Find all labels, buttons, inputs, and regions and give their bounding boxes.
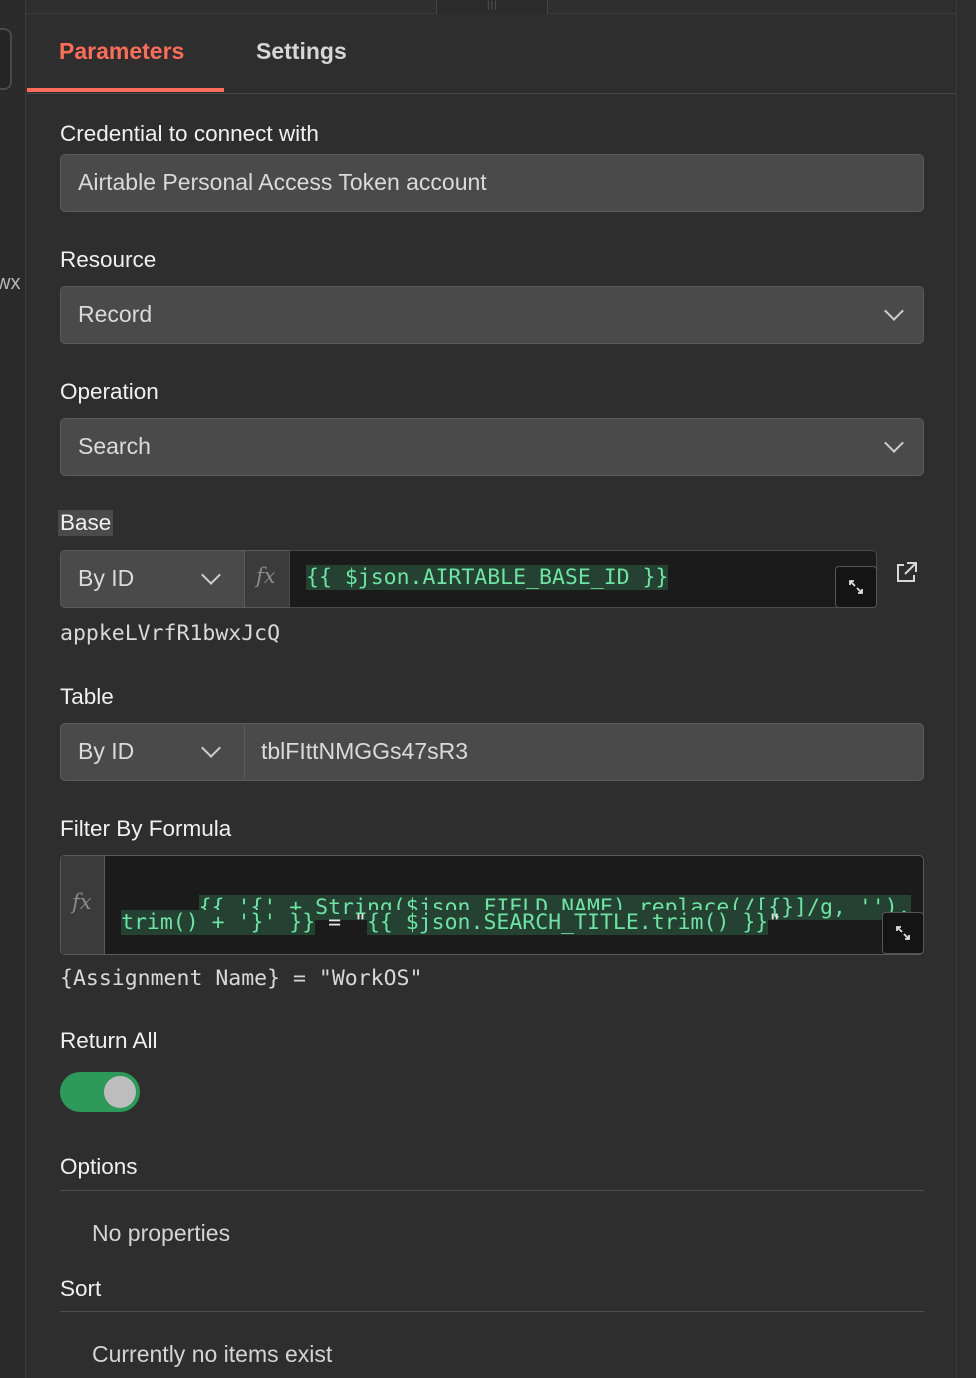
- table-mode-select[interactable]: By ID: [60, 723, 245, 781]
- credential-label: Credential to connect with: [60, 121, 319, 146]
- fx-badge: fx: [61, 856, 105, 954]
- filter-line-2: trim() + '}' }} = "{{ $json.SEARCH_TITLE…: [121, 910, 781, 935]
- left-canvas-strip: wx: [0, 0, 26, 1378]
- operation-value: Search: [78, 433, 151, 459]
- expand-icon: [849, 580, 863, 594]
- sort-empty-text: Currently no items exist: [92, 1341, 333, 1367]
- active-tab-indicator: [27, 88, 224, 92]
- expand-icon: [896, 926, 910, 940]
- expand-expression-button[interactable]: [835, 566, 877, 608]
- operation-label: Operation: [60, 379, 159, 404]
- node-parameters-panel: Parameters Settings Credential to connec…: [27, 14, 956, 1378]
- expand-expression-button[interactable]: [882, 912, 924, 954]
- filter-expression-part: trim() + '}' }}: [121, 910, 316, 935]
- fx-badge: fx: [245, 550, 289, 608]
- table-id-input[interactable]: tblFIttNMGGs47sR3: [245, 723, 924, 781]
- grip-icon: |||: [487, 0, 498, 11]
- resource-value: Record: [78, 301, 153, 327]
- toggle-knob: [104, 1076, 136, 1108]
- return-all-label: Return All: [60, 1028, 158, 1053]
- base-expression-input[interactable]: {{ $json.AIRTABLE_BASE_ID }}: [289, 550, 877, 608]
- filter-resolved-value: {Assignment Name} = "WorkOS": [60, 966, 423, 991]
- options-divider: [60, 1190, 924, 1191]
- filter-label: Filter By Formula: [60, 816, 232, 841]
- drag-grip-handle[interactable]: |||: [436, 0, 548, 14]
- credential-select[interactable]: Airtable Personal Access Token account: [60, 154, 924, 212]
- sort-label: Sort: [60, 1276, 102, 1301]
- fx-icon: fx: [256, 564, 276, 588]
- filter-literal-part: ": [768, 910, 782, 935]
- chevron-down-icon: [201, 565, 221, 585]
- options-label: Options: [60, 1154, 138, 1179]
- filter-literal-part: = ": [315, 910, 367, 935]
- resource-select[interactable]: Record: [60, 286, 924, 344]
- filter-formula-input[interactable]: fx {{ '{' + String($json.FIELD_NAME).rep…: [60, 855, 924, 955]
- table-mode-value: By ID: [78, 738, 135, 764]
- chevron-down-icon: [884, 301, 904, 321]
- return-all-toggle[interactable]: [60, 1072, 140, 1112]
- credential-value: Airtable Personal Access Token account: [78, 169, 487, 195]
- left-partial-text: wx: [0, 272, 21, 294]
- base-resolved-value: appkeLVrfR1bwxJcQ: [60, 621, 281, 646]
- canvas-handle[interactable]: [0, 28, 12, 90]
- tab-parameters[interactable]: Parameters: [59, 38, 184, 65]
- chevron-down-icon: [201, 738, 221, 758]
- filter-expression-part: {{ $json.SEARCH_TITLE.trim() }}: [366, 910, 769, 935]
- base-label: Base: [58, 510, 114, 536]
- chevron-down-icon: [884, 433, 904, 453]
- base-mode-value: By ID: [78, 565, 135, 591]
- options-empty-text: No properties: [92, 1220, 231, 1246]
- tab-settings[interactable]: Settings: [256, 38, 347, 65]
- table-label: Table: [60, 684, 114, 709]
- fx-icon: fx: [72, 890, 92, 914]
- external-link-icon: [897, 562, 917, 582]
- base-expression-text: {{ $json.AIRTABLE_BASE_ID }}: [306, 565, 669, 590]
- operation-select[interactable]: Search: [60, 418, 924, 476]
- open-base-link-button[interactable]: [893, 560, 919, 586]
- right-divider: [956, 0, 957, 1378]
- base-mode-select[interactable]: By ID: [60, 550, 245, 608]
- table-id-value: tblFIttNMGGs47sR3: [261, 738, 469, 764]
- sort-divider: [60, 1311, 924, 1312]
- base-field: By ID fx {{ $json.AIRTABLE_BASE_ID }}: [60, 550, 924, 608]
- tab-bar: Parameters Settings: [27, 14, 956, 94]
- resource-label: Resource: [60, 247, 157, 272]
- table-field: By ID tblFIttNMGGs47sR3: [60, 723, 924, 781]
